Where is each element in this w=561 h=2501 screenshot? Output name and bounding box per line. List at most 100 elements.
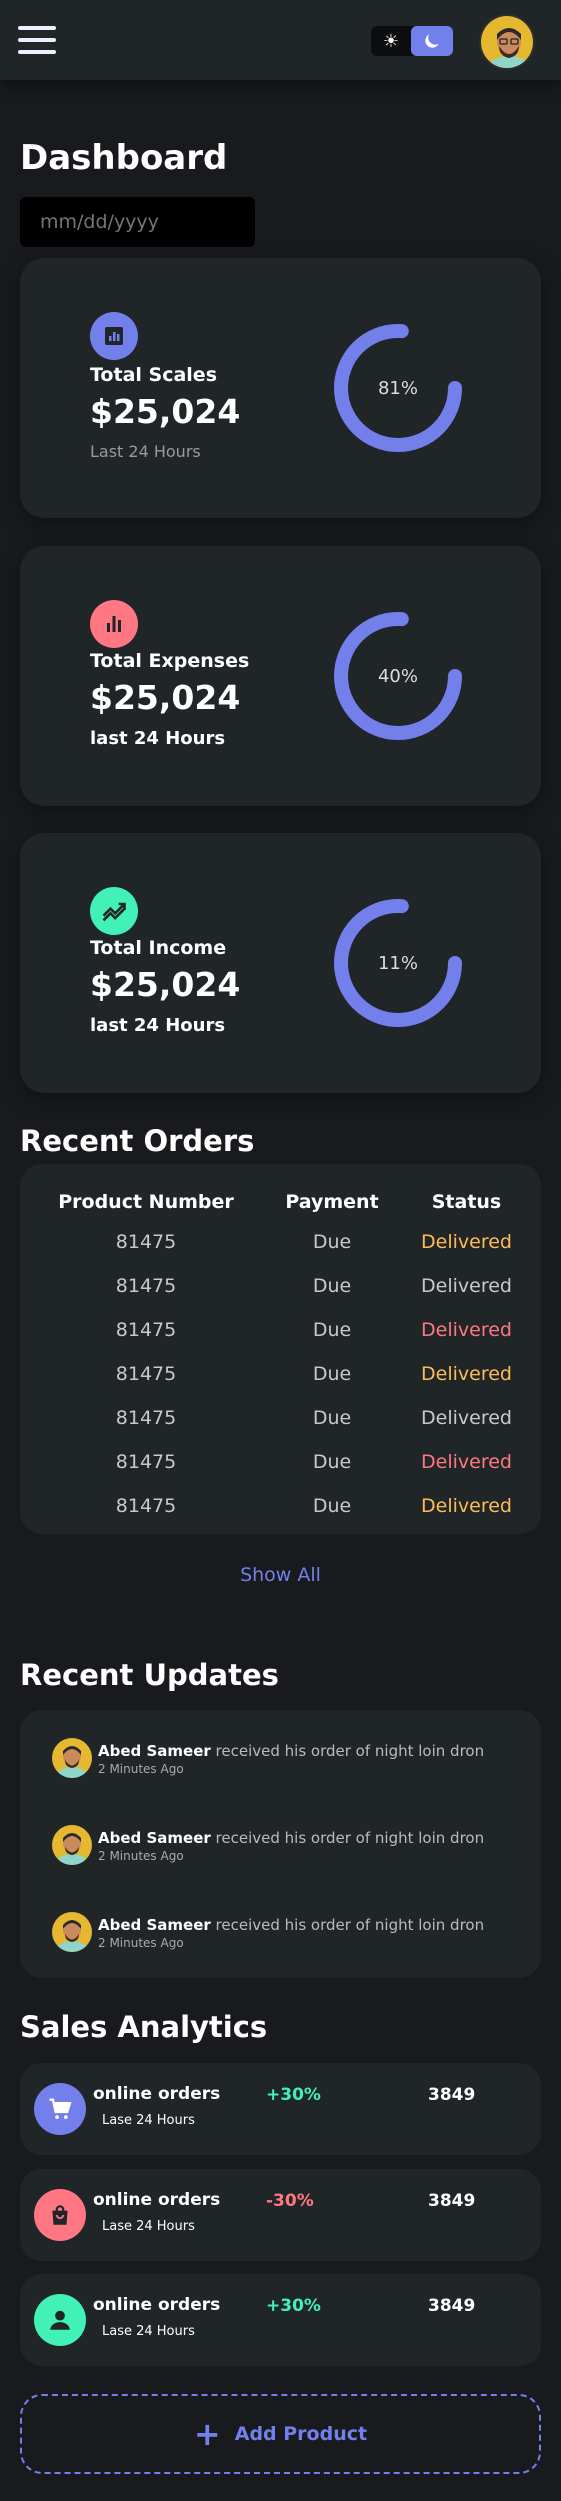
payment-status: Due — [312, 1407, 352, 1429]
update-message: received his order of night loin dron — [210, 1916, 485, 1934]
card-amount: $25,024 — [90, 678, 241, 717]
column-header: Product Number — [58, 1191, 234, 1213]
card-label: Total Expenses — [90, 650, 250, 672]
moon-icon[interactable] — [411, 26, 453, 56]
show-all-link[interactable]: Show All — [0, 1564, 561, 1586]
update-text: Abed Sameer received his order of night … — [98, 1829, 484, 1847]
bar-chart-icon — [90, 600, 138, 648]
trending-up-icon — [90, 887, 138, 935]
update-item: Abed Sameer received his order of night … — [52, 1738, 532, 1780]
delivery-status: Delivered — [421, 1451, 512, 1473]
table-row[interactable]: 81475 Due Delivered — [20, 1352, 541, 1396]
table-row[interactable]: 81475 Due Delivered — [20, 1308, 541, 1352]
orders-table-card: Product Number Payment Status 81475 Due De… — [20, 1164, 541, 1534]
product-number: 81475 — [115, 1451, 177, 1473]
recent-orders-title: Recent Orders — [20, 1124, 255, 1158]
progress-percent: 81% — [377, 377, 418, 399]
card-total-income: Total Income $25,024 last 24 Hours 11% — [20, 833, 541, 1093]
analytics-title: online orders — [93, 2190, 221, 2210]
update-user-name: Abed Sameer — [98, 1829, 211, 1847]
updates-card: Abed Sameer received his order of night … — [20, 1710, 541, 1978]
card-sub: last 24 Hours — [90, 728, 226, 749]
table-row[interactable]: 81475 Due Delivered — [20, 1396, 541, 1440]
analytics-percent: +30% — [266, 2296, 321, 2316]
table-header-row: Product Number Payment Status — [20, 1184, 541, 1220]
product-number: 81475 — [115, 1495, 177, 1517]
column-header: Payment — [285, 1191, 379, 1213]
delivery-status: Delivered — [421, 1231, 512, 1253]
payment-status: Due — [312, 1363, 352, 1385]
person-icon — [34, 2294, 86, 2346]
table-row[interactable]: 81475 Due Delivered — [20, 1484, 541, 1528]
analytics-title: online orders — [93, 2084, 221, 2104]
table-row[interactable]: 81475 Due Delivered — [20, 1440, 541, 1484]
analytics-value: 3849 — [428, 2296, 476, 2316]
page-title: Dashboard — [20, 138, 228, 178]
update-item: Abed Sameer received his order of night … — [52, 1825, 532, 1867]
update-message: received his order of night loin dron — [210, 1829, 485, 1847]
payment-status: Due — [312, 1319, 352, 1341]
payment-status: Due — [312, 1275, 352, 1297]
progress-ring: 81% — [328, 318, 468, 458]
add-product-label: Add Product — [234, 2423, 368, 2445]
card-label: Total Income — [90, 937, 227, 959]
update-avatar — [52, 1912, 92, 1952]
table-row[interactable]: 81475 Due Delivered — [20, 1264, 541, 1308]
hamburger-menu-icon[interactable] — [18, 26, 56, 56]
product-number: 81475 — [115, 1319, 177, 1341]
analytics-value: 3849 — [428, 2085, 476, 2105]
analytics-item[interactable]: online orders Lase 24 Hours -30% 3849 — [20, 2169, 541, 2261]
add-product-button[interactable]: + Add Product — [20, 2394, 541, 2474]
delivery-status: Delivered — [421, 1275, 512, 1297]
update-time: 2 Minutes Ago — [98, 1849, 184, 1863]
recent-updates-title: Recent Updates — [20, 1658, 279, 1692]
theme-toggle[interactable]: ☀ — [371, 26, 453, 56]
card-amount: $25,024 — [90, 965, 241, 1004]
column-header: Status — [431, 1191, 502, 1213]
update-text: Abed Sameer received his order of night … — [98, 1742, 484, 1760]
sales-analytics-title: Sales Analytics — [20, 2010, 268, 2044]
progress-ring: 40% — [328, 606, 468, 746]
analytics-sub: Lase 24 Hours — [102, 2113, 195, 2128]
analytics-item[interactable]: online orders Lase 24 Hours +30% 3849 — [20, 2063, 541, 2155]
shopping-bag-icon — [34, 2189, 86, 2241]
update-user-name: Abed Sameer — [98, 1916, 211, 1934]
progress-percent: 40% — [377, 665, 418, 687]
delivery-status: Delivered — [421, 1495, 512, 1517]
card-total-expenses: Total Expenses $25,024 last 24 Hours 40% — [20, 546, 541, 806]
profile-avatar[interactable] — [479, 14, 535, 70]
delivery-status: Delivered — [421, 1319, 512, 1341]
card-sub: last 24 Hours — [90, 1015, 226, 1036]
delivery-status: Delivered — [421, 1407, 512, 1429]
table-row[interactable]: 81475 Due Delivered — [20, 1220, 541, 1264]
update-time: 2 Minutes Ago — [98, 1936, 184, 1950]
sun-icon[interactable]: ☀ — [371, 26, 411, 56]
card-sub: Last 24 Hours — [90, 442, 201, 461]
analytics-item[interactable]: online orders Lase 24 Hours +30% 3849 — [20, 2274, 541, 2366]
orders-table: Product Number Payment Status 81475 Due De… — [20, 1184, 541, 1528]
update-text: Abed Sameer received his order of night … — [98, 1916, 484, 1934]
payment-status: Due — [312, 1231, 352, 1253]
payment-status: Due — [312, 1451, 352, 1473]
analytics-value: 3849 — [428, 2191, 476, 2211]
analytics-percent: +30% — [266, 2085, 321, 2105]
analytics-icon — [90, 312, 138, 360]
product-number: 81475 — [115, 1407, 177, 1429]
top-bar: ☀ — [0, 0, 561, 80]
analytics-percent: -30% — [266, 2191, 314, 2211]
progress-percent: 11% — [377, 952, 418, 974]
delivery-status: Delivered — [421, 1363, 512, 1385]
analytics-sub: Lase 24 Hours — [102, 2219, 195, 2234]
card-label: Total Scales — [90, 364, 217, 386]
analytics-sub: Lase 24 Hours — [102, 2324, 195, 2339]
date-input[interactable] — [20, 197, 255, 247]
plus-icon: + — [193, 2415, 221, 2453]
product-number: 81475 — [115, 1275, 177, 1297]
progress-ring: 11% — [328, 893, 468, 1033]
shopping-cart-icon — [34, 2083, 86, 2135]
analytics-title: online orders — [93, 2295, 221, 2315]
payment-status: Due — [312, 1495, 352, 1517]
card-total-sales: Total Scales $25,024 Last 24 Hours 81% — [20, 258, 541, 518]
product-number: 81475 — [115, 1231, 177, 1253]
update-message: received his order of night loin dron — [210, 1742, 485, 1760]
